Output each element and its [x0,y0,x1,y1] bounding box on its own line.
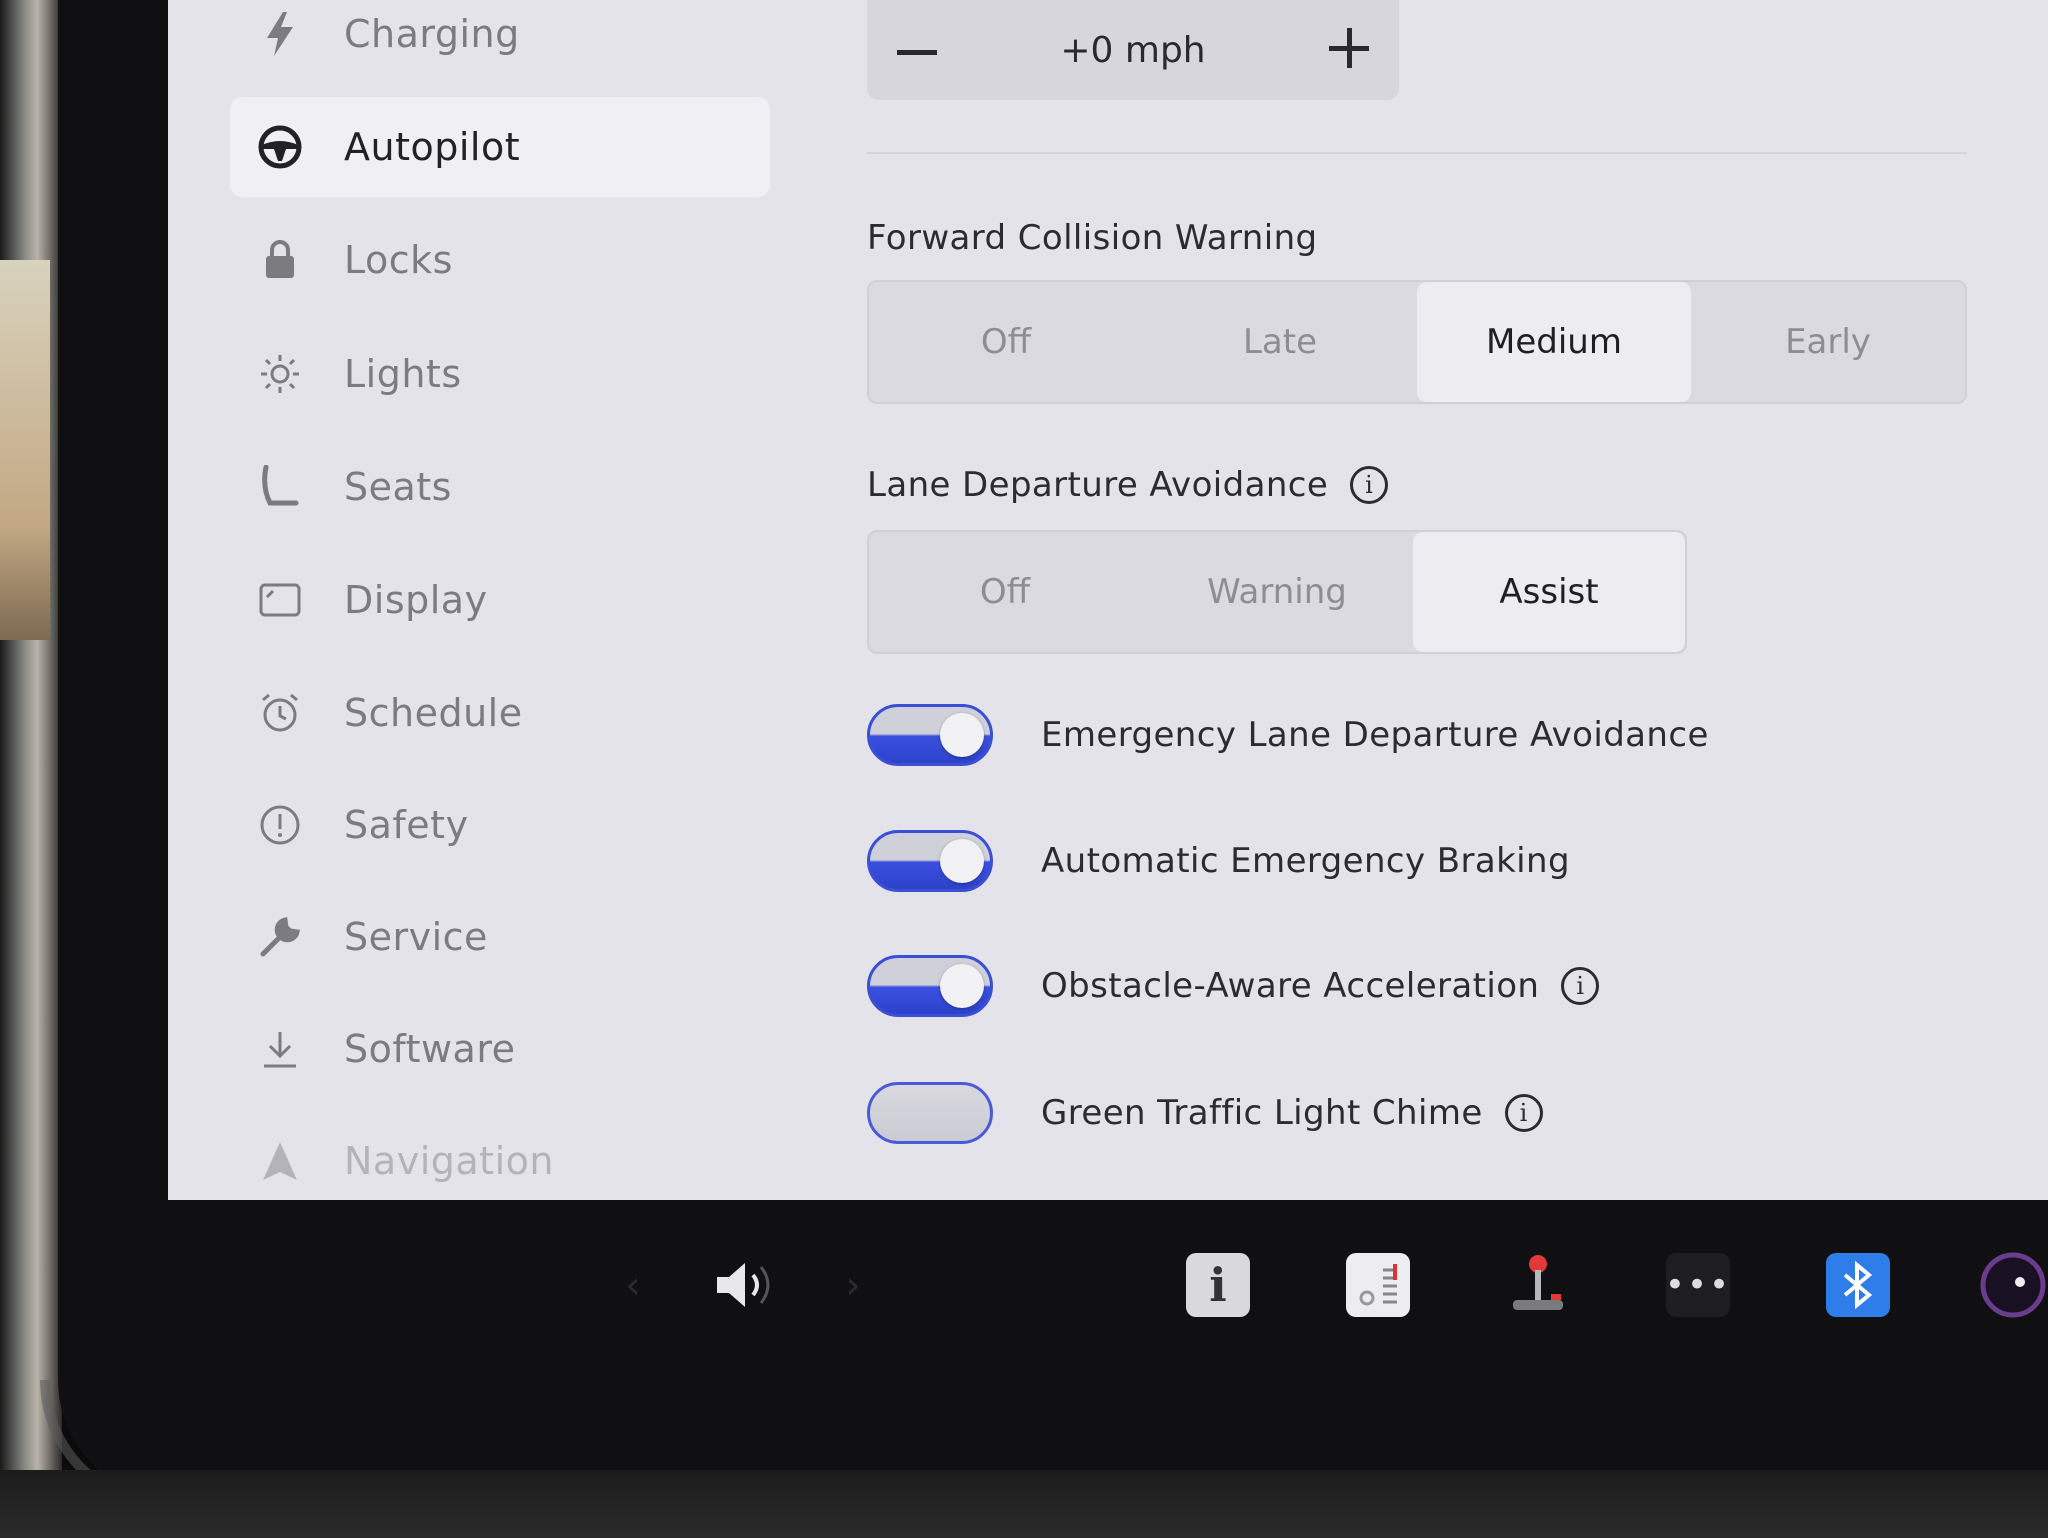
volume-icon[interactable] [708,1240,788,1330]
sidebar-item-display[interactable]: Display [230,550,770,650]
green-traffic-light-chime-toggle[interactable] [867,1082,993,1144]
autopilot-settings-panel: +0 mph Forward Collision Warning Off Lat… [867,0,2048,1200]
sidebar-item-autopilot[interactable]: Autopilot [230,97,770,197]
bottom-taskbar: ‹ › i ••• [168,1200,2048,1370]
sidebar-item-label: Software [344,1027,516,1071]
increment-button[interactable] [1299,5,1399,95]
sidebar-item-software[interactable]: Software [230,999,770,1099]
toggle-row-obstacle-aware-acceleration: Obstacle-Aware Acceleration i [867,951,1600,1021]
lane-departure-avoidance-selector: Off Warning Assist [867,530,1687,654]
info-icon[interactable]: i [1504,1094,1543,1132]
sidebar-item-label: Autopilot [344,125,521,169]
sidebar-item-label: Service [344,915,488,959]
fcw-option-off[interactable]: Off [869,282,1143,402]
bolt-icon [256,10,304,58]
toggle-row-automatic-emergency-braking: Automatic Emergency Braking [867,826,1570,896]
fcw-option-late[interactable]: Late [1143,282,1417,402]
sidebar-item-label: Lights [344,352,462,396]
bluetooth-icon[interactable] [1818,1240,1898,1330]
settings-screen: Charging Autopilot Locks Lights Seats Di… [168,0,2048,1200]
fcw-option-medium[interactable]: Medium [1417,282,1691,402]
speed-offset-value: +0 mph [1060,29,1206,71]
calendar-app-icon[interactable] [1338,1240,1418,1330]
automatic-emergency-braking-toggle[interactable] [867,830,993,892]
emergency-lane-departure-toggle[interactable] [867,704,993,766]
lock-icon [256,236,304,284]
section-title-text: Lane Departure Avoidance [867,465,1329,505]
background-floor [0,1470,2048,1538]
toggle-label: Green Traffic Light Chime i [1041,1093,1543,1133]
alert-circle-icon [256,801,304,849]
alarm-clock-icon [256,689,304,737]
lane-departure-avoidance-title: Lane Departure Avoidance i [867,465,1389,505]
background-left-strip [0,0,62,1538]
toggle-label-text: Obstacle-Aware Acceleration [1041,966,1540,1006]
info-icon[interactable]: i [1350,466,1389,504]
sidebar-item-navigation[interactable]: Navigation [230,1111,770,1200]
sidebar-item-lights[interactable]: Lights [230,324,770,424]
toggle-label: Automatic Emergency Braking [1041,841,1570,881]
decrement-button[interactable] [867,5,967,95]
lda-option-warning[interactable]: Warning [1141,532,1413,652]
wrench-icon [256,913,304,961]
sidebar-item-locks[interactable]: Locks [230,210,770,310]
manual-app-icon[interactable]: i [1178,1240,1258,1330]
chevron-left-icon[interactable]: ‹ [608,1240,658,1330]
toggle-label-text: Green Traffic Light Chime [1041,1093,1483,1133]
toggle-row-green-traffic-light-chime: Green Traffic Light Chime i [867,1078,1543,1148]
info-icon[interactable]: i [1561,967,1600,1005]
lda-option-assist[interactable]: Assist [1413,532,1685,652]
fcw-option-early[interactable]: Early [1691,282,1965,402]
settings-sidebar: Charging Autopilot Locks Lights Seats Di… [168,0,838,1190]
display-icon [256,576,304,624]
camera-icon[interactable] [1978,1240,2048,1330]
sidebar-item-safety[interactable]: Safety [230,775,770,875]
section-divider [867,152,1967,154]
sidebar-item-label: Safety [344,803,469,847]
joystick-app-icon[interactable] [1498,1240,1578,1330]
download-icon [256,1025,304,1073]
sidebar-item-label: Navigation [344,1139,554,1183]
speed-offset-stepper: +0 mph [867,0,1399,100]
toggle-label: Emergency Lane Departure Avoidance [1041,715,1709,755]
forward-collision-warning-selector: Off Late Medium Early [867,280,1967,404]
sidebar-item-seats[interactable]: Seats [230,437,770,537]
sidebar-item-schedule[interactable]: Schedule [230,663,770,763]
steering-wheel-icon [256,123,304,171]
plus-icon [1329,28,1369,72]
navigation-arrow-icon [256,1137,304,1185]
sidebar-item-charging[interactable]: Charging [230,0,770,84]
obstacle-aware-acceleration-toggle[interactable] [867,955,993,1017]
toggle-label: Obstacle-Aware Acceleration i [1041,966,1600,1006]
sidebar-item-label: Display [344,578,488,622]
sidebar-item-label: Seats [344,465,452,509]
chevron-right-icon[interactable]: › [828,1240,878,1330]
minus-icon [897,41,937,60]
lda-option-off[interactable]: Off [869,532,1141,652]
more-icon[interactable]: ••• [1658,1240,1738,1330]
seat-icon [256,463,304,511]
light-icon [256,350,304,398]
sidebar-item-label: Charging [344,12,520,56]
forward-collision-warning-title: Forward Collision Warning [867,218,1318,258]
sidebar-item-label: Locks [344,238,453,282]
toggle-row-emergency-lane-departure: Emergency Lane Departure Avoidance [867,700,1709,770]
section-title-text: Forward Collision Warning [867,218,1318,258]
sidebar-item-label: Schedule [344,691,523,735]
sidebar-item-service[interactable]: Service [230,887,770,987]
